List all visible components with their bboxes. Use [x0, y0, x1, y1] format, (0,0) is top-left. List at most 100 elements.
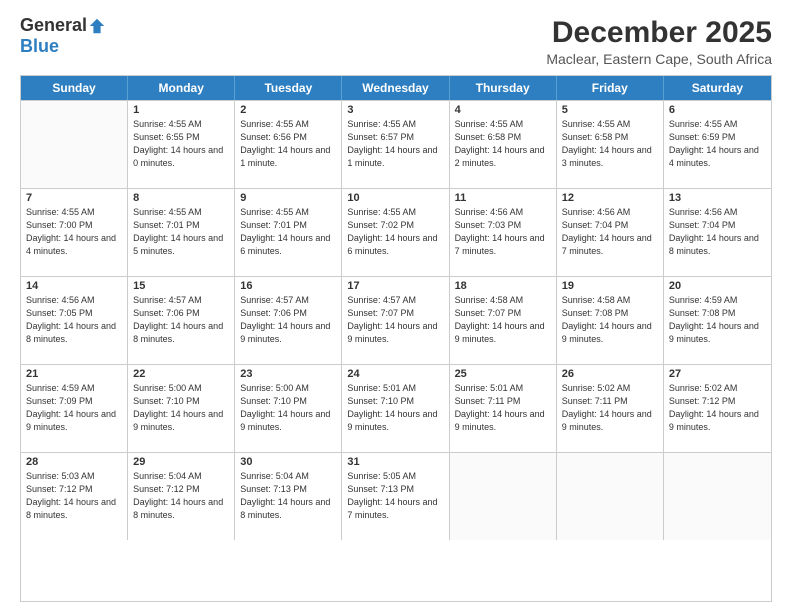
day-number: 23: [240, 368, 336, 380]
calendar-cell: 6Sunrise: 4:55 AMSunset: 6:59 PMDaylight…: [664, 101, 771, 188]
calendar-cell: 21 Sunrise: 4:59 AMSunset: 7:09 PMDayligh…: [21, 365, 128, 452]
cell-info: Sunrise: 4:55 AMSunset: 7:01 PMDaylight:…: [133, 206, 229, 258]
calendar-cell: 9 Sunrise: 4:55 AMSunset: 7:01 PMDaylight…: [235, 189, 342, 276]
cell-info: Sunrise: 5:04 AMSunset: 7:13 PMDaylight:…: [240, 470, 336, 522]
cell-info: Sunrise: 5:03 AMSunset: 7:12 PMDaylight:…: [26, 470, 122, 522]
cell-info: Sunrise: 4:58 AMSunset: 7:07 PMDaylight:…: [455, 294, 551, 346]
cell-info: Sunrise: 5:02 AMSunset: 7:11 PMDaylight:…: [562, 382, 658, 434]
cell-info: Sunrise: 4:55 AMSunset: 7:02 PMDaylight:…: [347, 206, 443, 258]
calendar-cell: 28 Sunrise: 5:03 AMSunset: 7:12 PMDayligh…: [21, 453, 128, 540]
cell-info: Sunrise: 5:04 AMSunset: 7:12 PMDaylight:…: [133, 470, 229, 522]
calendar: SundayMondayTuesdayWednesdayThursdayFrid…: [20, 75, 772, 602]
calendar-week-5: 28 Sunrise: 5:03 AMSunset: 7:12 PMDayligh…: [21, 452, 771, 540]
calendar-cell: 25Sunrise: 5:01 AMSunset: 7:11 PMDayligh…: [450, 365, 557, 452]
cell-info: Sunrise: 4:57 AMSunset: 7:07 PMDaylight:…: [347, 294, 443, 346]
day-number: 11: [455, 192, 551, 204]
cell-info: Sunrise: 4:55 AMSunset: 6:59 PMDaylight:…: [669, 118, 766, 170]
day-number: 21: [26, 368, 122, 380]
calendar-cell: 14 Sunrise: 4:56 AMSunset: 7:05 PMDayligh…: [21, 277, 128, 364]
cell-info: Sunrise: 4:59 AMSunset: 7:09 PMDaylight:…: [26, 382, 122, 434]
day-number: 30: [240, 456, 336, 468]
day-number: 19: [562, 280, 658, 292]
weekday-header-thursday: Thursday: [450, 76, 557, 100]
main-title: December 2025: [546, 16, 772, 49]
day-number: 14: [26, 280, 122, 292]
cell-info: Sunrise: 4:56 AMSunset: 7:03 PMDaylight:…: [455, 206, 551, 258]
calendar-cell: 27 Sunrise: 5:02 AMSunset: 7:12 PMDayligh…: [664, 365, 771, 452]
calendar-cell: 1 Sunrise: 4:55 AMSunset: 6:55 PMDaylight…: [128, 101, 235, 188]
calendar-cell: 10 Sunrise: 4:55 AMSunset: 7:02 PMDayligh…: [342, 189, 449, 276]
cell-info: Sunrise: 4:56 AMSunset: 7:05 PMDaylight:…: [26, 294, 122, 346]
weekday-header-tuesday: Tuesday: [235, 76, 342, 100]
day-number: 17: [347, 280, 443, 292]
day-number: 22: [133, 368, 229, 380]
day-number: 18: [455, 280, 551, 292]
day-number: 20: [669, 280, 766, 292]
calendar-cell: 2 Sunrise: 4:55 AMSunset: 6:56 PMDaylight…: [235, 101, 342, 188]
calendar-week-1: 1 Sunrise: 4:55 AMSunset: 6:55 PMDaylight…: [21, 100, 771, 188]
logo-icon: [88, 17, 106, 35]
cell-info: Sunrise: 4:55 AMSunset: 6:58 PMDaylight:…: [562, 118, 658, 170]
day-number: 28: [26, 456, 122, 468]
logo-general-text: General: [20, 16, 87, 36]
calendar-cell: 24 Sunrise: 5:01 AMSunset: 7:10 PMDayligh…: [342, 365, 449, 452]
page-header: General Blue December 2025 Maclear, East…: [20, 16, 772, 67]
calendar-header: SundayMondayTuesdayWednesdayThursdayFrid…: [21, 76, 771, 100]
calendar-cell: 11 Sunrise: 4:56 AMSunset: 7:03 PMDayligh…: [450, 189, 557, 276]
cell-info: Sunrise: 5:00 AMSunset: 7:10 PMDaylight:…: [133, 382, 229, 434]
cell-info: Sunrise: 4:58 AMSunset: 7:08 PMDaylight:…: [562, 294, 658, 346]
calendar-cell: 18 Sunrise: 4:58 AMSunset: 7:07 PMDayligh…: [450, 277, 557, 364]
day-number: 8: [133, 192, 229, 204]
day-number: 29: [133, 456, 229, 468]
calendar-cell: [21, 101, 128, 188]
cell-info: Sunrise: 5:01 AMSunset: 7:11 PMDaylight:…: [455, 382, 551, 434]
cell-info: Sunrise: 4:55 AMSunset: 6:56 PMDaylight:…: [240, 118, 336, 170]
day-number: 2: [240, 104, 336, 116]
cell-info: Sunrise: 4:57 AMSunset: 7:06 PMDaylight:…: [240, 294, 336, 346]
subtitle: Maclear, Eastern Cape, South Africa: [546, 51, 772, 67]
weekday-header-wednesday: Wednesday: [342, 76, 449, 100]
day-number: 7: [26, 192, 122, 204]
calendar-body: 1 Sunrise: 4:55 AMSunset: 6:55 PMDaylight…: [21, 100, 771, 540]
cell-info: Sunrise: 5:02 AMSunset: 7:12 PMDaylight:…: [669, 382, 766, 434]
calendar-week-4: 21 Sunrise: 4:59 AMSunset: 7:09 PMDayligh…: [21, 364, 771, 452]
calendar-week-2: 7 Sunrise: 4:55 AMSunset: 7:00 PMDaylight…: [21, 188, 771, 276]
day-number: 12: [562, 192, 658, 204]
logo-blue-text: Blue: [20, 36, 59, 56]
day-number: 13: [669, 192, 766, 204]
calendar-cell: 7 Sunrise: 4:55 AMSunset: 7:00 PMDaylight…: [21, 189, 128, 276]
cell-info: Sunrise: 4:55 AMSunset: 6:55 PMDaylight:…: [133, 118, 229, 170]
weekday-header-friday: Friday: [557, 76, 664, 100]
day-number: 5: [562, 104, 658, 116]
cell-info: Sunrise: 4:59 AMSunset: 7:08 PMDaylight:…: [669, 294, 766, 346]
calendar-week-3: 14 Sunrise: 4:56 AMSunset: 7:05 PMDayligh…: [21, 276, 771, 364]
cell-info: Sunrise: 5:01 AMSunset: 7:10 PMDaylight:…: [347, 382, 443, 434]
cell-info: Sunrise: 5:00 AMSunset: 7:10 PMDaylight:…: [240, 382, 336, 434]
calendar-cell: 19 Sunrise: 4:58 AMSunset: 7:08 PMDayligh…: [557, 277, 664, 364]
calendar-cell: [557, 453, 664, 540]
day-number: 9: [240, 192, 336, 204]
cell-info: Sunrise: 4:57 AMSunset: 7:06 PMDaylight:…: [133, 294, 229, 346]
calendar-cell: 12 Sunrise: 4:56 AMSunset: 7:04 PMDayligh…: [557, 189, 664, 276]
day-number: 15: [133, 280, 229, 292]
day-number: 27: [669, 368, 766, 380]
title-area: December 2025 Maclear, Eastern Cape, Sou…: [546, 16, 772, 67]
calendar-cell: 31Sunrise: 5:05 AMSunset: 7:13 PMDayligh…: [342, 453, 449, 540]
calendar-cell: 26 Sunrise: 5:02 AMSunset: 7:11 PMDayligh…: [557, 365, 664, 452]
day-number: 24: [347, 368, 443, 380]
cell-info: Sunrise: 4:56 AMSunset: 7:04 PMDaylight:…: [669, 206, 766, 258]
day-number: 10: [347, 192, 443, 204]
calendar-cell: 15 Sunrise: 4:57 AMSunset: 7:06 PMDayligh…: [128, 277, 235, 364]
calendar-cell: 20 Sunrise: 4:59 AMSunset: 7:08 PMDayligh…: [664, 277, 771, 364]
cell-info: Sunrise: 4:56 AMSunset: 7:04 PMDaylight:…: [562, 206, 658, 258]
calendar-cell: 8 Sunrise: 4:55 AMSunset: 7:01 PMDaylight…: [128, 189, 235, 276]
cell-info: Sunrise: 4:55 AMSunset: 7:00 PMDaylight:…: [26, 206, 122, 258]
day-number: 31: [347, 456, 443, 468]
calendar-cell: 29 Sunrise: 5:04 AMSunset: 7:12 PMDayligh…: [128, 453, 235, 540]
cell-info: Sunrise: 4:55 AMSunset: 7:01 PMDaylight:…: [240, 206, 336, 258]
cell-info: Sunrise: 4:55 AMSunset: 6:57 PMDaylight:…: [347, 118, 443, 170]
day-number: 26: [562, 368, 658, 380]
day-number: 1: [133, 104, 229, 116]
calendar-cell: 30 Sunrise: 5:04 AMSunset: 7:13 PMDayligh…: [235, 453, 342, 540]
calendar-cell: 5 Sunrise: 4:55 AMSunset: 6:58 PMDaylight…: [557, 101, 664, 188]
